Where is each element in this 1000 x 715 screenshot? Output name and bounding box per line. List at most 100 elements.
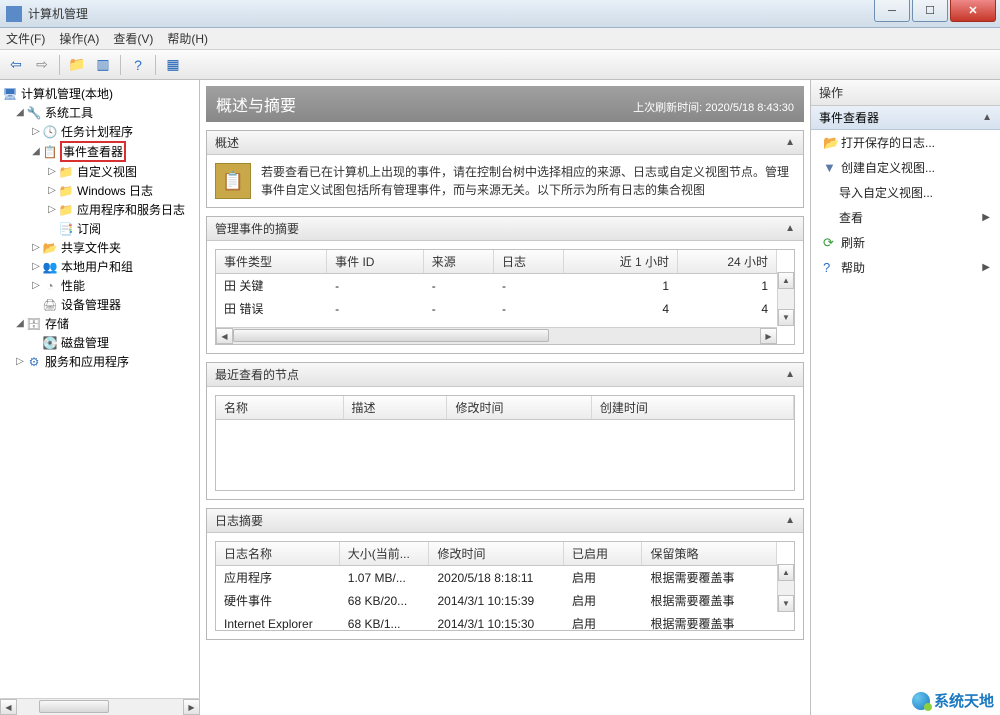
tree-event-viewer[interactable]: ◢ 📋 事件查看器 <box>2 141 197 162</box>
expander-icon[interactable]: ▷ <box>30 126 42 137</box>
chevron-up-icon[interactable]: ▲ <box>982 112 992 123</box>
action-refresh[interactable]: ⟳ 刷新 <box>811 230 1000 255</box>
action-label: 导入自定义视图... <box>839 184 933 201</box>
folder-icon: 📁 <box>58 202 74 218</box>
scroll-left-icon[interactable]: ◀ <box>216 328 233 344</box>
help-button[interactable]: ? <box>126 53 150 77</box>
menu-action[interactable]: 操作(A) <box>59 30 99 47</box>
close-button[interactable]: ✕ <box>950 0 996 22</box>
tree-app-service-logs[interactable]: ▷ 📁 应用程序和服务日志 <box>2 200 197 219</box>
tree-disk-management[interactable]: 💽 磁盘管理 <box>2 333 197 352</box>
tree-label-selected: 事件查看器 <box>61 142 125 161</box>
back-button[interactable]: ⇦ <box>4 53 28 77</box>
action-help[interactable]: ? 帮助 ▶ <box>811 255 1000 280</box>
col-24h[interactable]: 24 小时 <box>678 250 777 274</box>
tree-scrollbar[interactable]: ◀ ▶ <box>0 698 200 715</box>
scroll-left-icon[interactable]: ◀ <box>0 699 17 715</box>
chevron-up-icon[interactable]: ▲ <box>785 137 795 148</box>
menu-help[interactable]: 帮助(H) <box>167 30 208 47</box>
col-size[interactable]: 大小(当前... <box>339 542 429 566</box>
actions-section-header[interactable]: 事件查看器 ▲ <box>811 106 1000 130</box>
tree-subscriptions[interactable]: 📑 订阅 <box>2 219 197 238</box>
expander-icon[interactable]: ▷ <box>30 242 42 253</box>
action-create-custom-view[interactable]: ▼ 创建自定义视图... <box>811 155 1000 180</box>
scroll-right-icon[interactable]: ▶ <box>760 328 777 344</box>
chevron-up-icon[interactable]: ▲ <box>785 223 795 234</box>
show-hide-tree-button[interactable]: ▥ <box>91 53 115 77</box>
tree-label: 存储 <box>45 315 69 332</box>
col-created[interactable]: 创建时间 <box>591 396 793 420</box>
action-import-custom-view[interactable]: 导入自定义视图... <box>811 180 1000 205</box>
properties-button[interactable]: ▦ <box>161 53 185 77</box>
tree-services-apps[interactable]: ▷ ⚙ 服务和应用程序 <box>2 352 197 371</box>
col-source[interactable]: 来源 <box>423 250 493 274</box>
scroll-down-icon[interactable]: ▼ <box>778 309 794 326</box>
vertical-scrollbar[interactable]: ▲ ▼ <box>777 272 794 326</box>
action-view[interactable]: 查看 ▶ <box>811 205 1000 230</box>
scroll-right-icon[interactable]: ▶ <box>183 699 200 715</box>
maximize-button[interactable]: ☐ <box>912 0 948 22</box>
expander-icon[interactable]: ▷ <box>30 280 42 291</box>
recent-table: 名称 描述 修改时间 创建时间 <box>215 395 795 491</box>
expander-icon[interactable]: ▷ <box>46 185 58 196</box>
expand-icon[interactable]: 田 <box>224 302 236 316</box>
content-header: 概述与摘要 上次刷新时间: 2020/5/18 8:43:30 <box>206 86 804 122</box>
scroll-thumb[interactable] <box>39 700 109 713</box>
scroll-thumb[interactable] <box>233 329 549 342</box>
col-event-id[interactable]: 事件 ID <box>327 250 424 274</box>
expand-icon[interactable]: 田 <box>224 279 236 293</box>
tree-windows-logs[interactable]: ▷ 📁 Windows 日志 <box>2 181 197 200</box>
col-modified[interactable]: 修改时间 <box>447 396 591 420</box>
up-level-button[interactable]: 📁 <box>65 53 89 77</box>
tree-storage[interactable]: ◢ 🗄 存储 <box>2 314 197 333</box>
log-summary-section: 日志摘要 ▲ 日志名称 大小(当前... 修改时间 已启用 保留策略 应用程序1… <box>206 508 804 640</box>
tree-performance[interactable]: ▷ ◔ 性能 <box>2 276 197 295</box>
col-policy[interactable]: 保留策略 <box>642 542 777 566</box>
tree-local-users-groups[interactable]: ▷ 👥 本地用户和组 <box>2 257 197 276</box>
section-header[interactable]: 管理事件的摘要 ▲ <box>207 217 803 241</box>
tree-system-tools[interactable]: ◢ 🔧 系统工具 <box>2 103 197 122</box>
minimize-button[interactable]: ─ <box>874 0 910 22</box>
horizontal-scrollbar[interactable]: ◀ ▶ <box>216 327 777 344</box>
col-log-name[interactable]: 日志名称 <box>216 542 339 566</box>
forward-button[interactable]: ⇨ <box>30 53 54 77</box>
table-row[interactable]: 田 错误---44 <box>216 297 777 320</box>
expander-icon[interactable]: ◢ <box>14 318 26 329</box>
tree-task-scheduler[interactable]: ▷ 🕓 任务计划程序 <box>2 122 197 141</box>
scroll-track[interactable] <box>17 699 183 715</box>
section-header[interactable]: 概述 ▲ <box>207 131 803 155</box>
expander-icon[interactable]: ◢ <box>30 146 42 157</box>
tree-device-manager[interactable]: 🖨 设备管理器 <box>2 295 197 314</box>
expander-icon[interactable]: ◢ <box>14 107 26 118</box>
chevron-up-icon[interactable]: ▲ <box>785 369 795 380</box>
menu-view[interactable]: 查看(V) <box>113 30 153 47</box>
expander-icon[interactable]: ▷ <box>46 166 58 177</box>
col-enabled[interactable]: 已启用 <box>563 542 641 566</box>
col-modified[interactable]: 修改时间 <box>429 542 564 566</box>
vertical-scrollbar[interactable]: ▲ ▼ <box>777 564 794 612</box>
table-row[interactable]: 硬件事件68 KB/20...2014/3/1 10:15:39启用根据需要覆盖… <box>216 589 777 612</box>
section-header[interactable]: 日志摘要 ▲ <box>207 509 803 533</box>
scroll-up-icon[interactable]: ▲ <box>778 564 794 581</box>
tree-root-node[interactable]: 🖥 计算机管理(本地) <box>2 84 197 103</box>
expander-icon[interactable]: ▷ <box>14 356 26 367</box>
section-header[interactable]: 最近查看的节点 ▲ <box>207 363 803 387</box>
col-1h[interactable]: 近 1 小时 <box>564 250 678 274</box>
table-row[interactable]: 应用程序1.07 MB/...2020/5/18 8:18:11启用根据需要覆盖… <box>216 566 777 590</box>
expander-icon[interactable]: ▷ <box>30 261 42 272</box>
col-name[interactable]: 名称 <box>216 396 343 420</box>
tree-custom-views[interactable]: ▷ 📁 自定义视图 <box>2 162 197 181</box>
tree-shared-folders[interactable]: ▷ 📂 共享文件夹 <box>2 238 197 257</box>
col-log[interactable]: 日志 <box>494 250 564 274</box>
action-open-saved-log[interactable]: 📂 打开保存的日志... <box>811 130 1000 155</box>
performance-icon: ◔ <box>42 278 58 294</box>
col-event-type[interactable]: 事件类型 <box>216 250 327 274</box>
expander-icon[interactable]: ▷ <box>46 204 58 215</box>
chevron-up-icon[interactable]: ▲ <box>785 515 795 526</box>
table-row[interactable]: 田 关键---11 <box>216 274 777 298</box>
col-desc[interactable]: 描述 <box>343 396 447 420</box>
scroll-down-icon[interactable]: ▼ <box>778 595 794 612</box>
table-row[interactable]: Internet Explorer68 KB/1...2014/3/1 10:1… <box>216 612 777 631</box>
scroll-up-icon[interactable]: ▲ <box>778 272 794 289</box>
menu-file[interactable]: 文件(F) <box>6 30 45 47</box>
